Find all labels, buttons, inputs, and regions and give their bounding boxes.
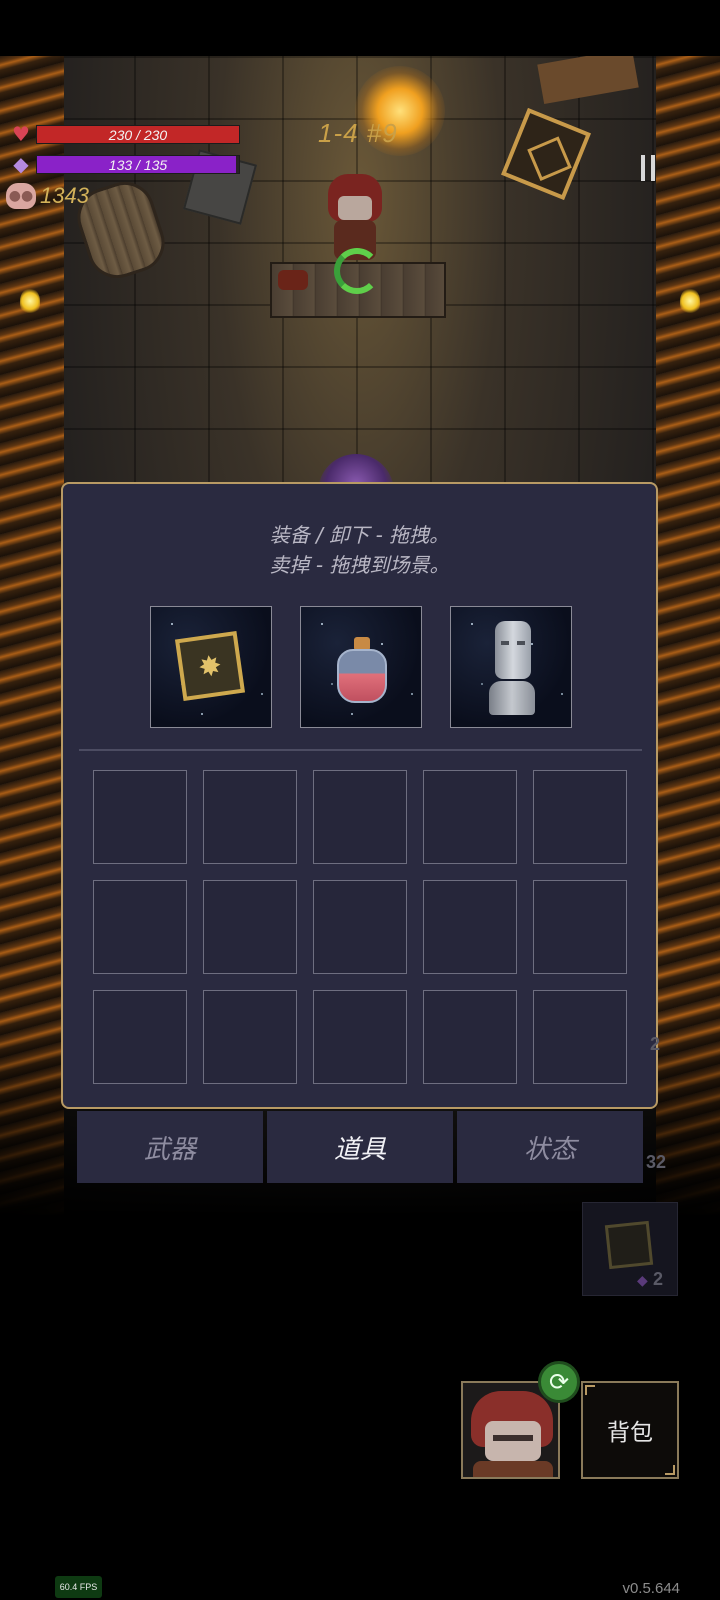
tab-items[interactable]: 道具 [267,1111,453,1183]
hp-text: 230 / 230 [108,126,168,143]
gem-icon: ◆ [637,1273,648,1289]
refresh-icon[interactable]: ⟳ [538,1361,580,1403]
mp-row: ◆ 133 / 135 [8,154,240,174]
inventory-slot[interactable] [533,880,627,974]
mp-bar: 133 / 135 [36,154,240,174]
gold-row: ●● 1343 [6,183,89,209]
instruction-sell: 卖掉 - 拖拽到场景。 [269,553,450,577]
quick-item-count: 2 [653,1269,664,1289]
inventory-slot[interactable] [533,770,627,864]
inventory-slot[interactable] [423,770,517,864]
inventory-slot[interactable] [93,880,187,974]
inventory-slot[interactable] [313,770,407,864]
equipped-slot-3[interactable] [450,606,572,728]
pig-icon: ●● [6,183,36,209]
tab-weapons[interactable]: 武器 [77,1111,263,1183]
fps-counter: 60.4 FPS [55,1576,102,1598]
pause-button[interactable] [632,148,664,188]
red-potion-item[interactable] [337,637,387,703]
inventory-slot[interactable] [203,990,297,1084]
stone-head-statue-item[interactable] [489,621,535,717]
inventory-instructions: 装备 / 卸下 - 拖拽。 卖掉 - 拖拽到场景。 [63,520,656,580]
side-count-a: 2 [650,1034,661,1054]
pause-icon [641,155,645,181]
gem-icon: ◆ [13,152,29,176]
inventory-slot[interactable] [313,880,407,974]
respawn-loop-icon [334,248,380,294]
panel-divider [79,749,642,751]
gold-value: 1343 [40,183,89,208]
inventory-slot[interactable] [423,990,517,1084]
side-count-b: 32 [646,1152,667,1172]
inventory-slot[interactable] [203,770,297,864]
hp-row: ♥ 230 / 230 [8,124,240,144]
wall-torch-left [20,288,40,314]
rune-cube-item[interactable]: ✸ [174,630,246,702]
table-stain [278,270,308,290]
inventory-tabs: 武器 道具 状态 [77,1111,643,1183]
inventory-slot[interactable] [203,880,297,974]
inventory-slot[interactable] [533,990,627,1084]
tab-status[interactable]: 状态 [457,1111,643,1183]
inventory-grid [93,770,633,1084]
rune-cube-icon [604,1220,654,1270]
inventory-slot[interactable] [93,990,187,1084]
inventory-panel: 装备 / 卸下 - 拖拽。 卖掉 - 拖拽到场景。 ✸ [61,482,658,1109]
left-wall [0,56,64,1216]
right-wall [656,56,720,1216]
version-label: v0.5.644 [622,1580,680,1597]
equipped-slot-1[interactable]: ✸ [150,606,272,728]
heart-icon: ♥ [12,122,30,146]
mp-text: 133 / 135 [108,156,168,173]
level-label: 1-4 #9 [318,118,398,148]
inventory-slot[interactable] [423,880,517,974]
hp-bar: 230 / 230 [36,124,240,144]
inventory-slot[interactable] [313,990,407,1084]
quick-item-slot[interactable]: ◆ 2 [582,1202,678,1296]
wall-torch-right [680,288,700,314]
equipped-slot-2[interactable] [300,606,422,728]
instruction-equip: 装备 / 卸下 - 拖拽。 [269,523,450,547]
inventory-slot[interactable] [93,770,187,864]
backpack-button[interactable]: 背包 [581,1381,679,1479]
